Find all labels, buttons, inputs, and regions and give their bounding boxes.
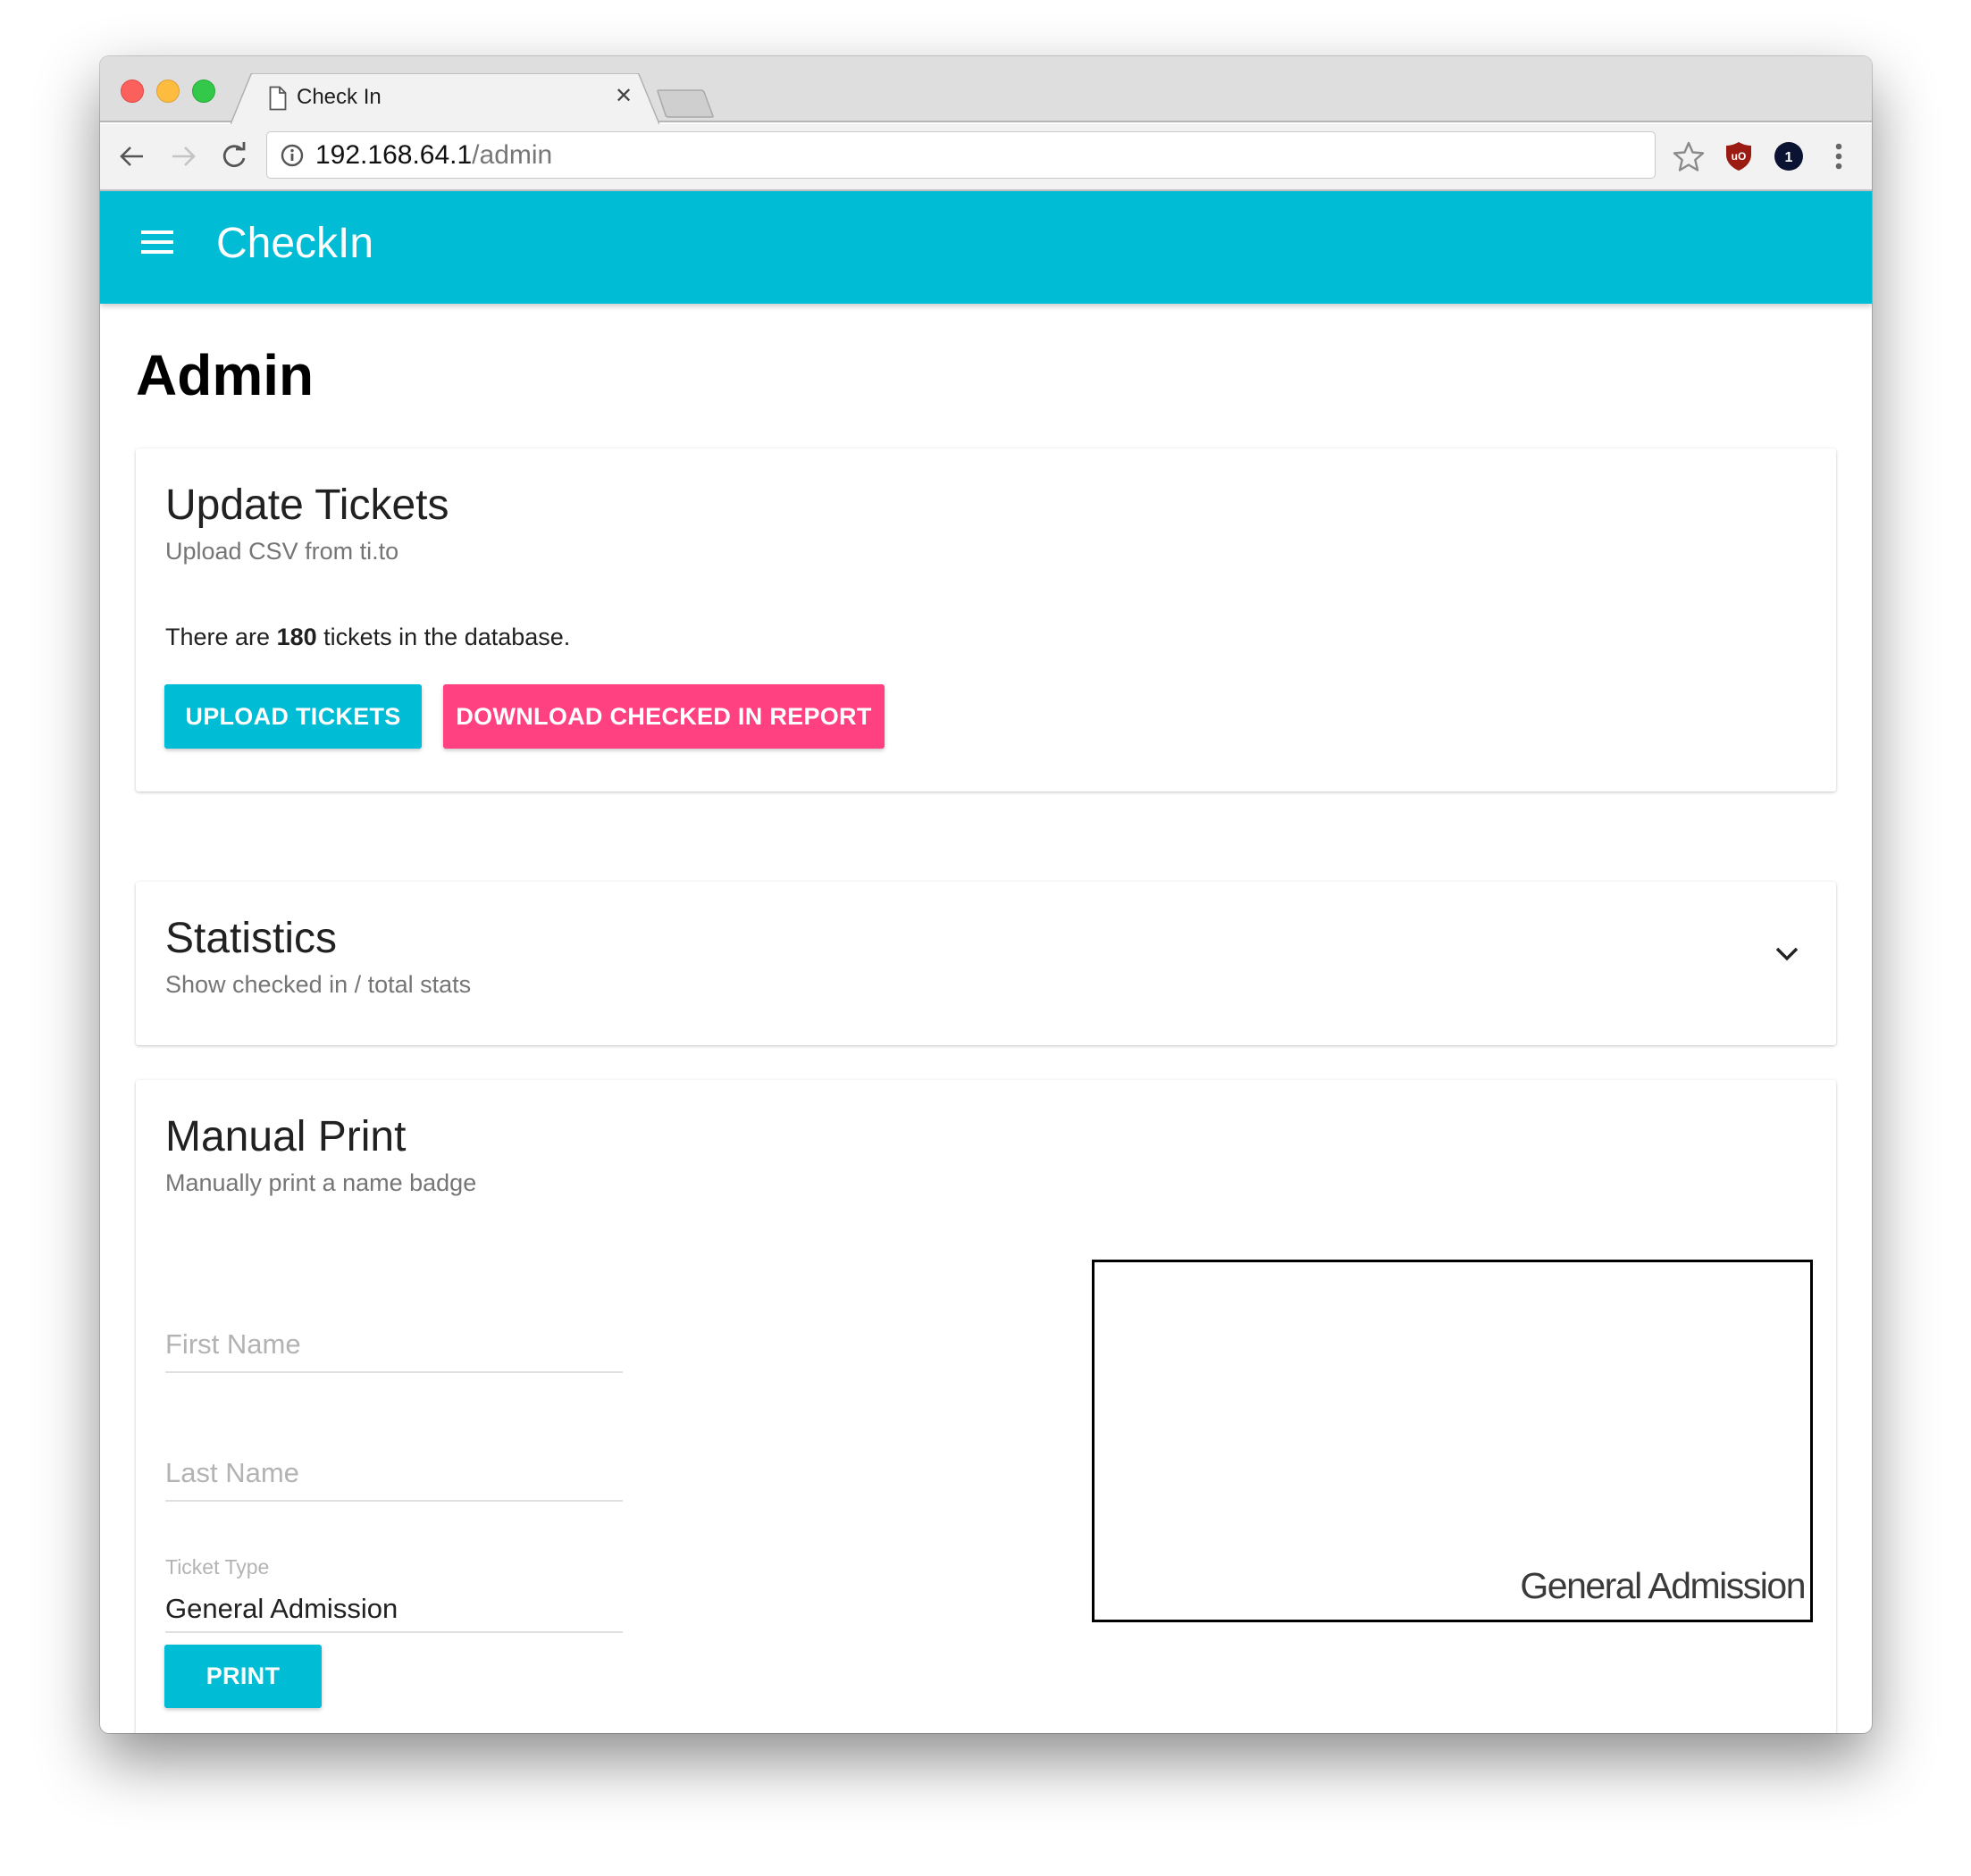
url-host: 192.168.64.1 <box>315 140 473 170</box>
app-bar: CheckIn <box>100 191 1872 304</box>
last-name-input[interactable] <box>165 1453 623 1493</box>
first-name-input[interactable] <box>165 1325 623 1364</box>
last-name-underline <box>165 1500 623 1502</box>
download-report-button[interactable]: DOWNLOAD CHECKED IN REPORT <box>443 684 885 749</box>
app-title: CheckIn <box>216 220 374 267</box>
tab-bar: Check In ✕ <box>100 56 1872 124</box>
ublock-label: uO <box>1732 150 1747 163</box>
address-bar[interactable]: 192.168.64.1/admin <box>266 131 1656 179</box>
ticket-type-field[interactable]: Ticket Type General Admission <box>165 1554 623 1634</box>
reload-button[interactable] <box>218 140 250 172</box>
1password-label: 1 <box>1785 150 1793 165</box>
browser-menu-button[interactable] <box>1821 138 1857 174</box>
card-subtitle: Manually print a name badge <box>165 1169 477 1196</box>
url-path: /admin <box>472 140 553 170</box>
badge-preview: General Admission <box>1092 1260 1813 1622</box>
tab-shape <box>231 73 659 124</box>
menu-icon <box>141 230 173 234</box>
new-tab-button[interactable] <box>656 89 715 118</box>
close-window-button[interactable] <box>121 80 144 103</box>
arrow-right-icon <box>172 147 196 166</box>
ticket-count: 180 <box>276 624 317 650</box>
ticket-count-text: There are 180 tickets in the database. <box>165 624 570 651</box>
bookmark-button[interactable] <box>1671 138 1707 174</box>
manual-print-card: Manual Print Manually print a name badge… <box>136 1080 1836 1733</box>
page-title: Admin <box>136 343 315 407</box>
more-vertical-icon <box>1835 143 1842 170</box>
card-title: Manual Print <box>165 1113 407 1160</box>
card-subtitle: Upload CSV from ti.to <box>165 538 399 565</box>
browser-window: Check In ✕ 192.168.64.1/admin uO 1 Check… <box>100 56 1872 1733</box>
reload-icon <box>222 142 246 167</box>
ticket-type-underline <box>165 1631 623 1633</box>
menu-icon-line <box>141 250 173 254</box>
chevron-down-icon[interactable] <box>1774 941 1800 967</box>
arrow-left-icon <box>120 147 143 166</box>
card-title: Statistics <box>165 915 338 962</box>
ticket-type-select[interactable]: General Admission <box>165 1593 398 1625</box>
menu-button[interactable] <box>141 230 173 255</box>
forward-button[interactable] <box>167 140 199 172</box>
last-name-field <box>165 1432 623 1503</box>
first-name-field <box>165 1303 623 1375</box>
back-button[interactable] <box>116 140 148 172</box>
tab-check-in[interactable]: Check In ✕ <box>231 73 659 124</box>
1password-extension-button[interactable]: 1 <box>1771 138 1807 174</box>
info-icon[interactable] <box>281 144 304 167</box>
close-tab-icon[interactable]: ✕ <box>615 83 633 109</box>
maximize-window-button[interactable] <box>192 80 215 103</box>
ticket-type-label: Ticket Type <box>165 1555 270 1579</box>
card-subtitle: Show checked in / total stats <box>165 971 472 998</box>
badge-ticket-type: General Admission <box>1520 1565 1806 1606</box>
statistics-card[interactable]: Statistics Show checked in / total stats <box>136 882 1836 1045</box>
update-tickets-card: Update Tickets Upload CSV from ti.to The… <box>136 448 1836 791</box>
tab-title: Check In <box>297 85 382 109</box>
ublock-extension-button[interactable]: uO <box>1721 138 1757 174</box>
browser-toolbar: 192.168.64.1/admin uO 1 <box>100 124 1872 191</box>
first-name-underline <box>165 1371 623 1373</box>
ticket-count-prefix: There are <box>165 624 277 650</box>
page-icon <box>269 86 287 111</box>
1password-icon: 1 <box>1774 142 1803 171</box>
print-button[interactable]: PRINT <box>164 1645 322 1708</box>
upload-tickets-button[interactable]: UPLOAD TICKETS <box>164 684 422 749</box>
ublock-shield-icon: uO <box>1726 142 1751 171</box>
minimize-window-button[interactable] <box>156 80 180 103</box>
card-title: Update Tickets <box>165 482 449 529</box>
url-text: 192.168.64.1/admin <box>315 140 552 171</box>
menu-icon-line <box>141 240 173 244</box>
star-icon <box>1673 141 1705 172</box>
ticket-count-suffix: tickets in the database. <box>316 624 571 650</box>
